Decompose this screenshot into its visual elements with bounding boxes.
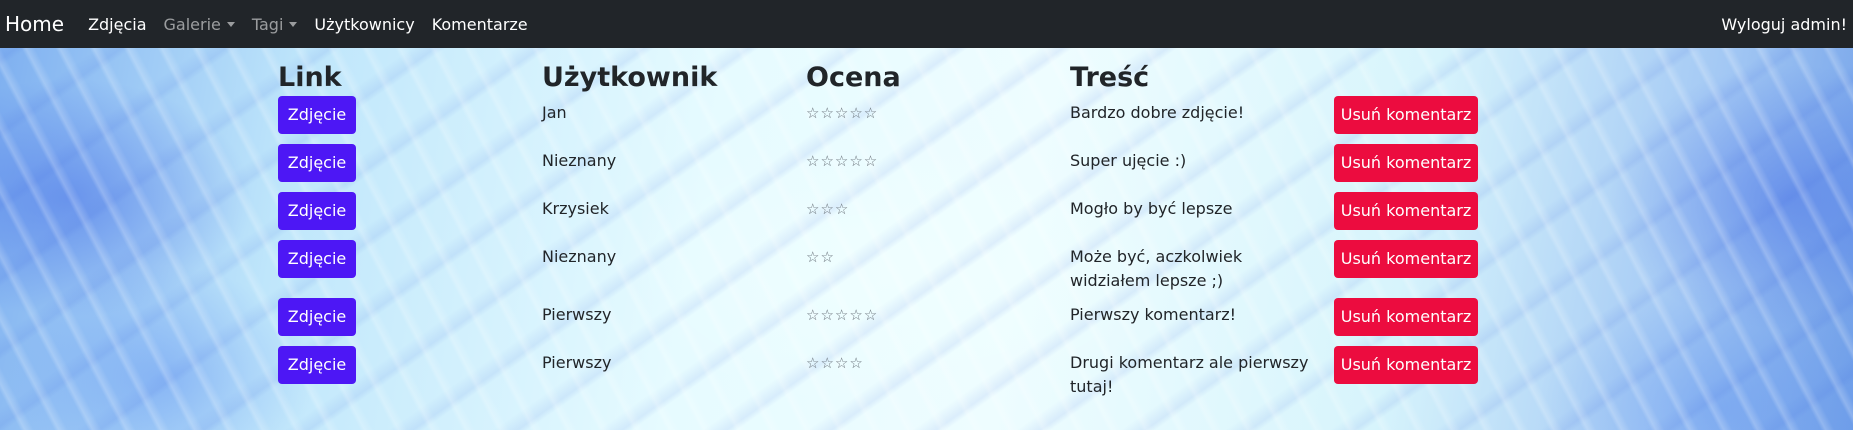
- comment-text: Bardzo dobre zdjęcie!: [1070, 103, 1245, 122]
- star-rating-icon: ☆☆☆☆☆: [806, 104, 879, 122]
- navbar: Home Zdjęcia Galerie Tagi Użytkownicy Ko…: [0, 0, 1853, 48]
- header-content: Treść: [1070, 62, 1150, 93]
- user-name: Pierwszy: [542, 305, 612, 324]
- header-rating: Ocena: [806, 62, 901, 93]
- cell-user: Krzysiek: [542, 189, 806, 230]
- user-name: Nieznany: [542, 247, 617, 266]
- cell-rating: ☆☆☆☆☆: [806, 141, 1070, 182]
- star-rating-icon: ☆☆☆☆: [806, 354, 864, 372]
- caret-down-icon: [226, 21, 235, 27]
- comment-text: Drugi komentarz ale pierwszy tutaj!: [1070, 353, 1309, 396]
- delete-comment-button[interactable]: Usuń komentarz: [1334, 192, 1478, 230]
- nav-item-label: Komentarze: [431, 14, 528, 34]
- table-row: Zdjęcie Pierwszy ☆☆☆☆☆ Pierwszy komentarz! U…: [278, 295, 1484, 336]
- cell-user: Pierwszy: [542, 295, 806, 336]
- comment-text: Super ujęcie :): [1070, 151, 1187, 170]
- star-rating-icon: ☆☆☆: [806, 200, 850, 218]
- star-rating-icon: ☆☆☆☆☆: [806, 152, 879, 170]
- cell-actions: Usuń komentarz: [1334, 237, 1484, 293]
- delete-comment-button[interactable]: Usuń komentarz: [1334, 240, 1478, 278]
- nav-item-label: Tagi: [251, 14, 284, 34]
- cell-user: Nieznany: [542, 237, 806, 293]
- cell-user: Nieznany: [542, 141, 806, 182]
- photo-link-button[interactable]: Zdjęcie: [278, 298, 356, 336]
- cell-actions: Usuń komentarz: [1334, 141, 1484, 182]
- cell-rating: ☆☆☆: [806, 189, 1070, 230]
- cell-rating: ☆☆: [806, 237, 1070, 293]
- comments-table: Link Użytkownik Ocena Treść Zdjęcie Jan ☆☆…: [278, 48, 1480, 396]
- star-rating-icon: ☆☆☆☆☆: [806, 306, 879, 324]
- nav-item-komentarze[interactable]: Komentarze: [432, 15, 528, 34]
- table-row: Zdjęcie Jan ☆☆☆☆☆ Bardzo dobre zdjęcie! Usuń…: [278, 93, 1484, 134]
- nav-item-label: Zdjęcia: [88, 14, 147, 34]
- table-row: Zdjęcie Krzysiek ☆☆☆ Mogło by być lepsze Usu…: [278, 189, 1484, 230]
- user-name: Jan: [542, 103, 567, 122]
- user-name: Nieznany: [542, 151, 617, 170]
- cell-link: Zdjęcie: [278, 295, 542, 336]
- photo-link-button[interactable]: Zdjęcie: [278, 96, 356, 134]
- cell-rating: ☆☆☆☆: [806, 343, 1070, 399]
- delete-comment-button[interactable]: Usuń komentarz: [1334, 96, 1478, 134]
- comment-text: Mogło by być lepsze: [1070, 199, 1233, 218]
- table-header: Link Użytkownik Ocena Treść: [278, 48, 1480, 98]
- header-user: Użytkownik: [542, 62, 718, 93]
- photo-link-button[interactable]: Zdjęcie: [278, 144, 356, 182]
- cell-actions: Usuń komentarz: [1334, 189, 1484, 230]
- comment-text: Pierwszy komentarz!: [1070, 305, 1237, 324]
- nav-item-zdjecia[interactable]: Zdjęcia: [88, 15, 146, 34]
- cell-rating: ☆☆☆☆☆: [806, 93, 1070, 134]
- delete-comment-button[interactable]: Usuń komentarz: [1334, 144, 1478, 182]
- nav-item-uzytkownicy[interactable]: Użytkownicy: [314, 15, 414, 34]
- table-row: Zdjęcie Nieznany ☆☆ Może być, aczkolwiek wi…: [278, 237, 1484, 293]
- cell-content: Drugi komentarz ale pierwszy tutaj!: [1070, 343, 1334, 399]
- cell-user: Jan: [542, 93, 806, 134]
- table-row: Zdjęcie Pierwszy ☆☆☆☆ Drugi komentarz ale p…: [278, 343, 1484, 399]
- cell-content: Mogło by być lepsze: [1070, 189, 1334, 230]
- cell-actions: Usuń komentarz: [1334, 93, 1484, 134]
- star-rating-icon: ☆☆: [806, 248, 835, 266]
- cell-link: Zdjęcie: [278, 141, 542, 182]
- nav-brand-home[interactable]: Home: [5, 12, 64, 36]
- cell-content: Pierwszy komentarz!: [1070, 295, 1334, 336]
- cell-actions: Usuń komentarz: [1334, 343, 1484, 399]
- nav-dropdown-galerie[interactable]: Galerie: [164, 15, 235, 34]
- header-link: Link: [278, 62, 342, 93]
- cell-link: Zdjęcie: [278, 343, 542, 399]
- nav-dropdown-tagi[interactable]: Tagi: [252, 15, 298, 34]
- nav-item-label: Galerie: [163, 14, 221, 34]
- photo-link-button[interactable]: Zdjęcie: [278, 240, 356, 278]
- caret-down-icon: [289, 21, 298, 27]
- user-name: Pierwszy: [542, 353, 612, 372]
- delete-comment-button[interactable]: Usuń komentarz: [1334, 298, 1478, 336]
- table-row: Zdjęcie Nieznany ☆☆☆☆☆ Super ujęcie :) Usuń …: [278, 141, 1484, 182]
- delete-comment-button[interactable]: Usuń komentarz: [1334, 346, 1478, 384]
- nav-item-label: Użytkownicy: [314, 14, 415, 34]
- logout-link[interactable]: Wyloguj admin!: [1721, 15, 1847, 34]
- cell-link: Zdjęcie: [278, 237, 542, 293]
- cell-link: Zdjęcie: [278, 189, 542, 230]
- cell-user: Pierwszy: [542, 343, 806, 399]
- cell-content: Super ujęcie :): [1070, 141, 1334, 182]
- comment-text: Może być, aczkolwiek widziałem lepsze ;): [1070, 247, 1243, 290]
- cell-rating: ☆☆☆☆☆: [806, 295, 1070, 336]
- photo-link-button[interactable]: Zdjęcie: [278, 346, 356, 384]
- photo-link-button[interactable]: Zdjęcie: [278, 192, 356, 230]
- cell-actions: Usuń komentarz: [1334, 295, 1484, 336]
- cell-link: Zdjęcie: [278, 93, 542, 134]
- user-name: Krzysiek: [542, 199, 609, 218]
- cell-content: Może być, aczkolwiek widziałem lepsze ;): [1070, 237, 1334, 293]
- cell-content: Bardzo dobre zdjęcie!: [1070, 93, 1334, 134]
